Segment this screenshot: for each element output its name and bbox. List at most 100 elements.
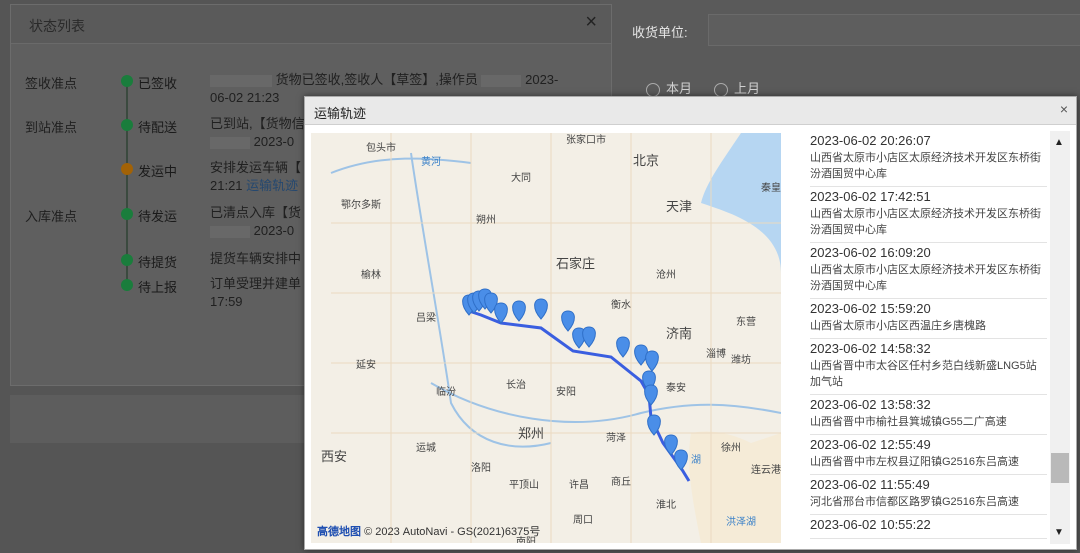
radio-icon — [646, 82, 660, 97]
city-label: 北京 — [633, 153, 659, 168]
timeline-item: 2023-06-02 15:59:20 山西省太原市小店区西温庄乡唐槐路 — [810, 299, 1047, 339]
city-label: 菏泽 — [606, 432, 626, 444]
status-label: 发运中 — [138, 164, 178, 179]
close-icon[interactable]: × — [585, 11, 597, 34]
map-marker-icon[interactable] — [582, 326, 596, 348]
status-node-icon — [121, 163, 133, 175]
timeline-address: 山西省太原市小店区太原经济技术开发区东桥街汾酒国贸中心库 — [810, 152, 1041, 180]
city-label: 许昌 — [569, 479, 589, 491]
dialog-title-bar: 运输轨迹 × — [305, 97, 1076, 125]
city-label: 秦皇 — [761, 181, 781, 194]
section-storage-ontime: 入库准点 — [25, 209, 78, 224]
city-label: 泰安 — [666, 381, 686, 394]
city-label: 石家庄 — [556, 256, 595, 271]
route-map[interactable]: 包头市 黄河 张家口市 北京 大同 秦皇 鄂尔多斯 朔州 天津 榆林 石家庄 沧州 吕梁 衡水 东营 延安 济南… — [311, 133, 781, 543]
city-label: 淄博 — [706, 347, 726, 360]
sea-area — [701, 133, 781, 273]
track-timeline-list[interactable]: 2023-06-02 20:26:07 山西省太原市小店区太原经济技术开发区东桥街… — [810, 131, 1047, 544]
radio-icon — [714, 82, 728, 97]
masked-text — [210, 136, 250, 149]
city-label: 沧州 — [656, 268, 676, 281]
map-attribution: 高德地图 © 2023 AutoNavi - GS(2021)6375号 — [317, 523, 540, 539]
city-label: 湖 — [691, 454, 701, 466]
city-label: 洪泽湖 — [726, 516, 756, 528]
city-label: 大同 — [511, 171, 531, 184]
timeline-item: 2023-06-02 16:09:20 山西省太原市小店区太原经济技术开发区东桥街… — [810, 243, 1047, 299]
timeline-item: 2023-06-02 14:58:32 山西省晋中市太谷区任村乡范白线新盛LNG5… — [810, 339, 1047, 395]
map-marker-icon[interactable] — [645, 350, 659, 372]
timeline-item: 2023-06-02 10:55:22 — [810, 515, 1047, 539]
masked-text — [210, 74, 272, 87]
city-label: 安阳 — [556, 385, 576, 398]
status-node-icon — [121, 119, 133, 131]
timeline-item: 2023-06-02 13:58:32 山西省晋中市榆社县箕城镇G55二广高速 — [810, 395, 1047, 435]
footer-strip — [10, 395, 310, 443]
timeline-time: 2023-06-02 15:59:20 — [810, 301, 931, 316]
map-marker-icon[interactable] — [512, 300, 526, 322]
status-node-icon — [121, 75, 133, 87]
section-arrive-ontime: 到站准点 — [25, 120, 78, 135]
city-label: 运城 — [416, 442, 436, 454]
city-label: 衡水 — [611, 299, 631, 311]
city-label: 潍坊 — [731, 353, 751, 366]
scroll-thumb[interactable] — [1051, 453, 1069, 483]
river-line — [430, 382, 781, 423]
timeline-item: 2023-06-02 20:26:07 山西省太原市小店区太原经济技术开发区东桥街… — [810, 131, 1047, 187]
status-node-icon — [121, 208, 133, 220]
timeline-item: 2023-06-02 17:42:51 山西省太原市小店区太原经济技术开发区东桥街… — [810, 187, 1047, 243]
city-label: 临汾 — [436, 385, 456, 398]
receiver-unit-label: 收货单位: — [632, 25, 688, 40]
map-marker-icon[interactable] — [674, 449, 688, 471]
amap-logo: 高德地图 — [317, 526, 361, 538]
status-label: 待上报 — [138, 280, 178, 295]
timeline-address: 山西省太原市小店区西温庄乡唐槐路 — [810, 320, 986, 332]
city-label: 济南 — [666, 326, 692, 341]
city-label: 洛阳 — [471, 461, 491, 474]
timeline-time: 2023-06-02 13:58:32 — [810, 397, 931, 412]
city-label: 长治 — [506, 378, 526, 391]
city-label: 郑州 — [518, 426, 544, 441]
status-node-icon — [121, 254, 133, 266]
dialog-title-bar: 状态列表 × — [11, 5, 611, 44]
timeline-address: 山西省晋中市榆社县箕城镇G55二广高速 — [810, 416, 1007, 428]
city-label: 延安 — [356, 358, 376, 371]
map-marker-icon[interactable] — [534, 298, 548, 320]
city-label: 包头市 — [366, 141, 396, 154]
timeline-item: 2023-06-02 11:55:49 河北省邢台市信都区路罗镇G2516东吕高速 — [810, 475, 1047, 515]
timeline-time: 2023-06-02 14:58:32 — [810, 341, 931, 356]
status-label: 待提货 — [138, 255, 178, 270]
transport-track-link[interactable]: 运输轨迹 — [246, 178, 298, 193]
dialog-title: 状态列表 — [29, 18, 85, 34]
city-label: 平顶山 — [509, 479, 539, 491]
city-label: 朔州 — [476, 213, 496, 226]
city-label: 淮北 — [656, 499, 676, 511]
dialog-title: 运输轨迹 — [314, 106, 367, 121]
city-label: 鄂尔多斯 — [341, 198, 381, 211]
status-label: 待发运 — [138, 209, 178, 224]
city-label: 黄河 — [421, 155, 441, 168]
timeline-address: 山西省晋中市左权县辽阳镇G2516东吕高速 — [810, 456, 1020, 468]
timeline-time: 2023-06-02 11:55:49 — [810, 477, 930, 492]
timeline-time: 2023-06-02 16:09:20 — [810, 245, 931, 260]
scroll-up-icon[interactable]: ▲ — [1054, 137, 1064, 148]
timeline-scrollbar[interactable]: ▲ ▼ — [1050, 131, 1070, 544]
radio-this-month[interactable]: 本月 — [646, 78, 692, 97]
timeline-address: 河北省邢台市信都区路罗镇G2516东吕高速 — [810, 496, 1020, 508]
receiver-unit-input[interactable] — [708, 14, 1080, 46]
scroll-down-icon[interactable]: ▼ — [1054, 527, 1064, 538]
city-label: 张家口市 — [566, 133, 606, 146]
map-marker-icon[interactable] — [561, 310, 575, 332]
city-label: 徐州 — [721, 441, 741, 454]
section-sign-ontime: 签收准点 — [25, 76, 78, 91]
timeline-time: 2023-06-02 10:55:22 — [810, 517, 931, 532]
map-marker-icon[interactable] — [644, 384, 658, 406]
city-label: 西安 — [321, 449, 347, 464]
map-canvas: 包头市黄河 张家口市北京大同秦皇鄂尔多斯朔州 天津榆林 石家庄沧州吕梁 衡水东营延安 济南… — [321, 133, 781, 543]
city-label: 东营 — [736, 315, 756, 328]
transport-track-dialog: 运输轨迹 × 包头市 黄河 张家口市 北京 大同 秦皇 鄂尔多斯 朔州 天津 榆林 石家庄 沧州 吕梁 衡… — [304, 96, 1077, 550]
timeline-address: 山西省太原市小店区太原经济技术开发区东桥街汾酒国贸中心库 — [810, 208, 1041, 236]
map-marker-icon[interactable] — [616, 336, 630, 358]
radio-last-month[interactable]: 上月 — [714, 78, 760, 97]
river-line — [330, 152, 552, 448]
close-icon[interactable]: × — [1060, 101, 1068, 117]
